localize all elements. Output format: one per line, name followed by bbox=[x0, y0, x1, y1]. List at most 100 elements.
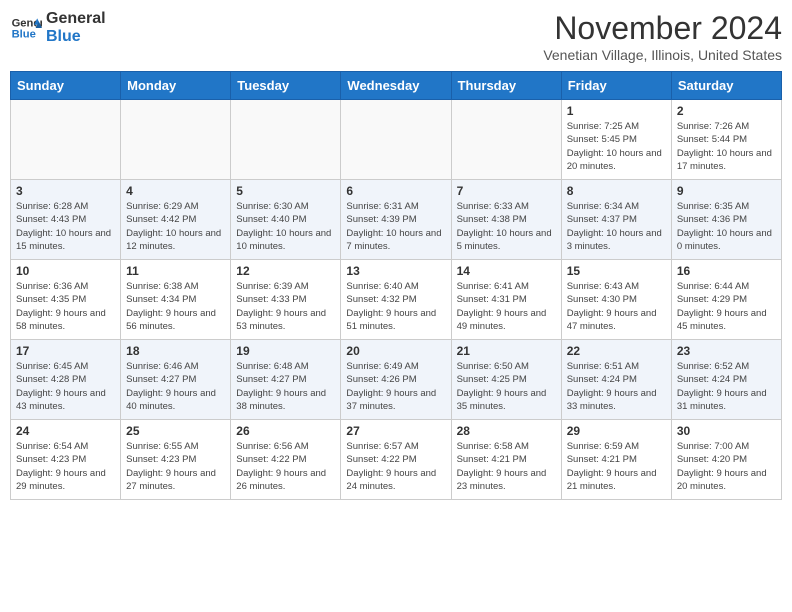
day-info: Sunrise: 6:39 AMSunset: 4:33 PMDaylight:… bbox=[236, 280, 335, 333]
day-number: 10 bbox=[16, 264, 115, 278]
col-header-thursday: Thursday bbox=[451, 72, 561, 100]
day-cell: 19Sunrise: 6:48 AMSunset: 4:27 PMDayligh… bbox=[231, 340, 341, 420]
day-number: 1 bbox=[567, 104, 666, 118]
day-cell: 22Sunrise: 6:51 AMSunset: 4:24 PMDayligh… bbox=[561, 340, 671, 420]
day-info: Sunrise: 6:44 AMSunset: 4:29 PMDaylight:… bbox=[677, 280, 776, 333]
day-info: Sunrise: 6:54 AMSunset: 4:23 PMDaylight:… bbox=[16, 440, 115, 493]
day-info: Sunrise: 6:50 AMSunset: 4:25 PMDaylight:… bbox=[457, 360, 556, 413]
day-info: Sunrise: 6:38 AMSunset: 4:34 PMDaylight:… bbox=[126, 280, 225, 333]
day-cell bbox=[11, 100, 121, 180]
header: General Blue General Blue November 2024 … bbox=[10, 10, 782, 63]
day-number: 5 bbox=[236, 184, 335, 198]
logo-blue: Blue bbox=[46, 28, 106, 46]
day-info: Sunrise: 6:40 AMSunset: 4:32 PMDaylight:… bbox=[346, 280, 445, 333]
day-cell: 23 Sunrise: 6:52 AMSunset: 4:24 PMDayligh… bbox=[671, 340, 781, 420]
day-number: 11 bbox=[126, 264, 225, 278]
week-row-4: 17Sunrise: 6:45 AMSunset: 4:28 PMDayligh… bbox=[11, 340, 782, 420]
day-info: Sunrise: 6:48 AMSunset: 4:27 PMDaylight:… bbox=[236, 360, 335, 413]
day-cell: 28 Sunrise: 6:58 AMSunset: 4:21 PMDayligh… bbox=[451, 420, 561, 500]
col-header-tuesday: Tuesday bbox=[231, 72, 341, 100]
day-cell: 12 Sunrise: 6:39 AMSunset: 4:33 PMDayligh… bbox=[231, 260, 341, 340]
day-cell: 15Sunrise: 6:43 AMSunset: 4:30 PMDayligh… bbox=[561, 260, 671, 340]
day-info: Sunrise: 7:26 AMSunset: 5:44 PMDaylight:… bbox=[677, 120, 776, 173]
day-info: Sunrise: 6:43 AMSunset: 4:30 PMDaylight:… bbox=[567, 280, 666, 333]
day-cell: 11 Sunrise: 6:38 AMSunset: 4:34 PMDayligh… bbox=[121, 260, 231, 340]
day-info: Sunrise: 6:28 AMSunset: 4:43 PMDaylight:… bbox=[16, 200, 115, 253]
col-header-friday: Friday bbox=[561, 72, 671, 100]
day-cell: 1 Sunrise: 7:25 AMSunset: 5:45 PMDaylight… bbox=[561, 100, 671, 180]
day-number: 25 bbox=[126, 424, 225, 438]
col-header-monday: Monday bbox=[121, 72, 231, 100]
day-cell: 7Sunrise: 6:33 AMSunset: 4:38 PMDaylight… bbox=[451, 180, 561, 260]
day-cell: 24 Sunrise: 6:54 AMSunset: 4:23 PMDayligh… bbox=[11, 420, 121, 500]
svg-text:Blue: Blue bbox=[12, 28, 36, 40]
day-info: Sunrise: 6:34 AMSunset: 4:37 PMDaylight:… bbox=[567, 200, 666, 253]
day-number: 18 bbox=[126, 344, 225, 358]
day-number: 2 bbox=[677, 104, 776, 118]
day-info: Sunrise: 6:52 AMSunset: 4:24 PMDaylight:… bbox=[677, 360, 776, 413]
logo-icon: General Blue bbox=[10, 12, 42, 44]
day-number: 6 bbox=[346, 184, 445, 198]
calendar-header-row: SundayMondayTuesdayWednesdayThursdayFrid… bbox=[11, 72, 782, 100]
day-info: Sunrise: 6:45 AMSunset: 4:28 PMDaylight:… bbox=[16, 360, 115, 413]
day-number: 23 bbox=[677, 344, 776, 358]
week-row-3: 10 Sunrise: 6:36 AMSunset: 4:35 PMDayligh… bbox=[11, 260, 782, 340]
col-header-wednesday: Wednesday bbox=[341, 72, 451, 100]
week-row-2: 3 Sunrise: 6:28 AMSunset: 4:43 PMDaylight… bbox=[11, 180, 782, 260]
day-info: Sunrise: 6:46 AMSunset: 4:27 PMDaylight:… bbox=[126, 360, 225, 413]
day-cell: 20Sunrise: 6:49 AMSunset: 4:26 PMDayligh… bbox=[341, 340, 451, 420]
day-number: 28 bbox=[457, 424, 556, 438]
day-number: 4 bbox=[126, 184, 225, 198]
day-number: 27 bbox=[346, 424, 445, 438]
logo: General Blue General Blue bbox=[10, 10, 106, 45]
day-info: Sunrise: 6:58 AMSunset: 4:21 PMDaylight:… bbox=[457, 440, 556, 493]
day-info: Sunrise: 6:36 AMSunset: 4:35 PMDaylight:… bbox=[16, 280, 115, 333]
day-cell: 5 Sunrise: 6:30 AMSunset: 4:40 PMDaylight… bbox=[231, 180, 341, 260]
day-cell: 9Sunrise: 6:35 AMSunset: 4:36 PMDaylight… bbox=[671, 180, 781, 260]
day-number: 3 bbox=[16, 184, 115, 198]
month-title: November 2024 bbox=[543, 10, 782, 47]
day-cell: 17Sunrise: 6:45 AMSunset: 4:28 PMDayligh… bbox=[11, 340, 121, 420]
day-cell bbox=[451, 100, 561, 180]
day-info: Sunrise: 6:49 AMSunset: 4:26 PMDaylight:… bbox=[346, 360, 445, 413]
day-number: 26 bbox=[236, 424, 335, 438]
day-number: 30 bbox=[677, 424, 776, 438]
title-area: November 2024 Venetian Village, Illinois… bbox=[543, 10, 782, 63]
day-info: Sunrise: 6:29 AMSunset: 4:42 PMDaylight:… bbox=[126, 200, 225, 253]
day-number: 16 bbox=[677, 264, 776, 278]
day-cell: 10 Sunrise: 6:36 AMSunset: 4:35 PMDayligh… bbox=[11, 260, 121, 340]
day-number: 12 bbox=[236, 264, 335, 278]
day-cell: 27Sunrise: 6:57 AMSunset: 4:22 PMDayligh… bbox=[341, 420, 451, 500]
day-info: Sunrise: 6:31 AMSunset: 4:39 PMDaylight:… bbox=[346, 200, 445, 253]
day-info: Sunrise: 6:56 AMSunset: 4:22 PMDaylight:… bbox=[236, 440, 335, 493]
day-cell: 2 Sunrise: 7:26 AMSunset: 5:44 PMDaylight… bbox=[671, 100, 781, 180]
day-number: 13 bbox=[346, 264, 445, 278]
day-info: Sunrise: 6:33 AMSunset: 4:38 PMDaylight:… bbox=[457, 200, 556, 253]
week-row-5: 24 Sunrise: 6:54 AMSunset: 4:23 PMDayligh… bbox=[11, 420, 782, 500]
day-cell: 3 Sunrise: 6:28 AMSunset: 4:43 PMDaylight… bbox=[11, 180, 121, 260]
day-cell: 4 Sunrise: 6:29 AMSunset: 4:42 PMDaylight… bbox=[121, 180, 231, 260]
day-info: Sunrise: 6:41 AMSunset: 4:31 PMDaylight:… bbox=[457, 280, 556, 333]
day-info: Sunrise: 7:25 AMSunset: 5:45 PMDaylight:… bbox=[567, 120, 666, 173]
day-cell: 26 Sunrise: 6:56 AMSunset: 4:22 PMDayligh… bbox=[231, 420, 341, 500]
day-cell: 13 Sunrise: 6:40 AMSunset: 4:32 PMDayligh… bbox=[341, 260, 451, 340]
col-header-sunday: Sunday bbox=[11, 72, 121, 100]
day-info: Sunrise: 6:30 AMSunset: 4:40 PMDaylight:… bbox=[236, 200, 335, 253]
day-number: 8 bbox=[567, 184, 666, 198]
day-cell: 8 Sunrise: 6:34 AMSunset: 4:37 PMDaylight… bbox=[561, 180, 671, 260]
day-cell bbox=[231, 100, 341, 180]
calendar: SundayMondayTuesdayWednesdayThursdayFrid… bbox=[10, 71, 782, 500]
day-cell: 21Sunrise: 6:50 AMSunset: 4:25 PMDayligh… bbox=[451, 340, 561, 420]
day-cell: 29Sunrise: 6:59 AMSunset: 4:21 PMDayligh… bbox=[561, 420, 671, 500]
day-cell: 18 Sunrise: 6:46 AMSunset: 4:27 PMDayligh… bbox=[121, 340, 231, 420]
day-number: 24 bbox=[16, 424, 115, 438]
day-info: Sunrise: 6:51 AMSunset: 4:24 PMDaylight:… bbox=[567, 360, 666, 413]
logo-general: General bbox=[46, 10, 106, 28]
day-number: 14 bbox=[457, 264, 556, 278]
day-number: 29 bbox=[567, 424, 666, 438]
week-row-1: 1 Sunrise: 7:25 AMSunset: 5:45 PMDaylight… bbox=[11, 100, 782, 180]
day-cell: 6 Sunrise: 6:31 AMSunset: 4:39 PMDaylight… bbox=[341, 180, 451, 260]
day-cell: 14 Sunrise: 6:41 AMSunset: 4:31 PMDayligh… bbox=[451, 260, 561, 340]
day-info: Sunrise: 6:55 AMSunset: 4:23 PMDaylight:… bbox=[126, 440, 225, 493]
day-number: 9 bbox=[677, 184, 776, 198]
